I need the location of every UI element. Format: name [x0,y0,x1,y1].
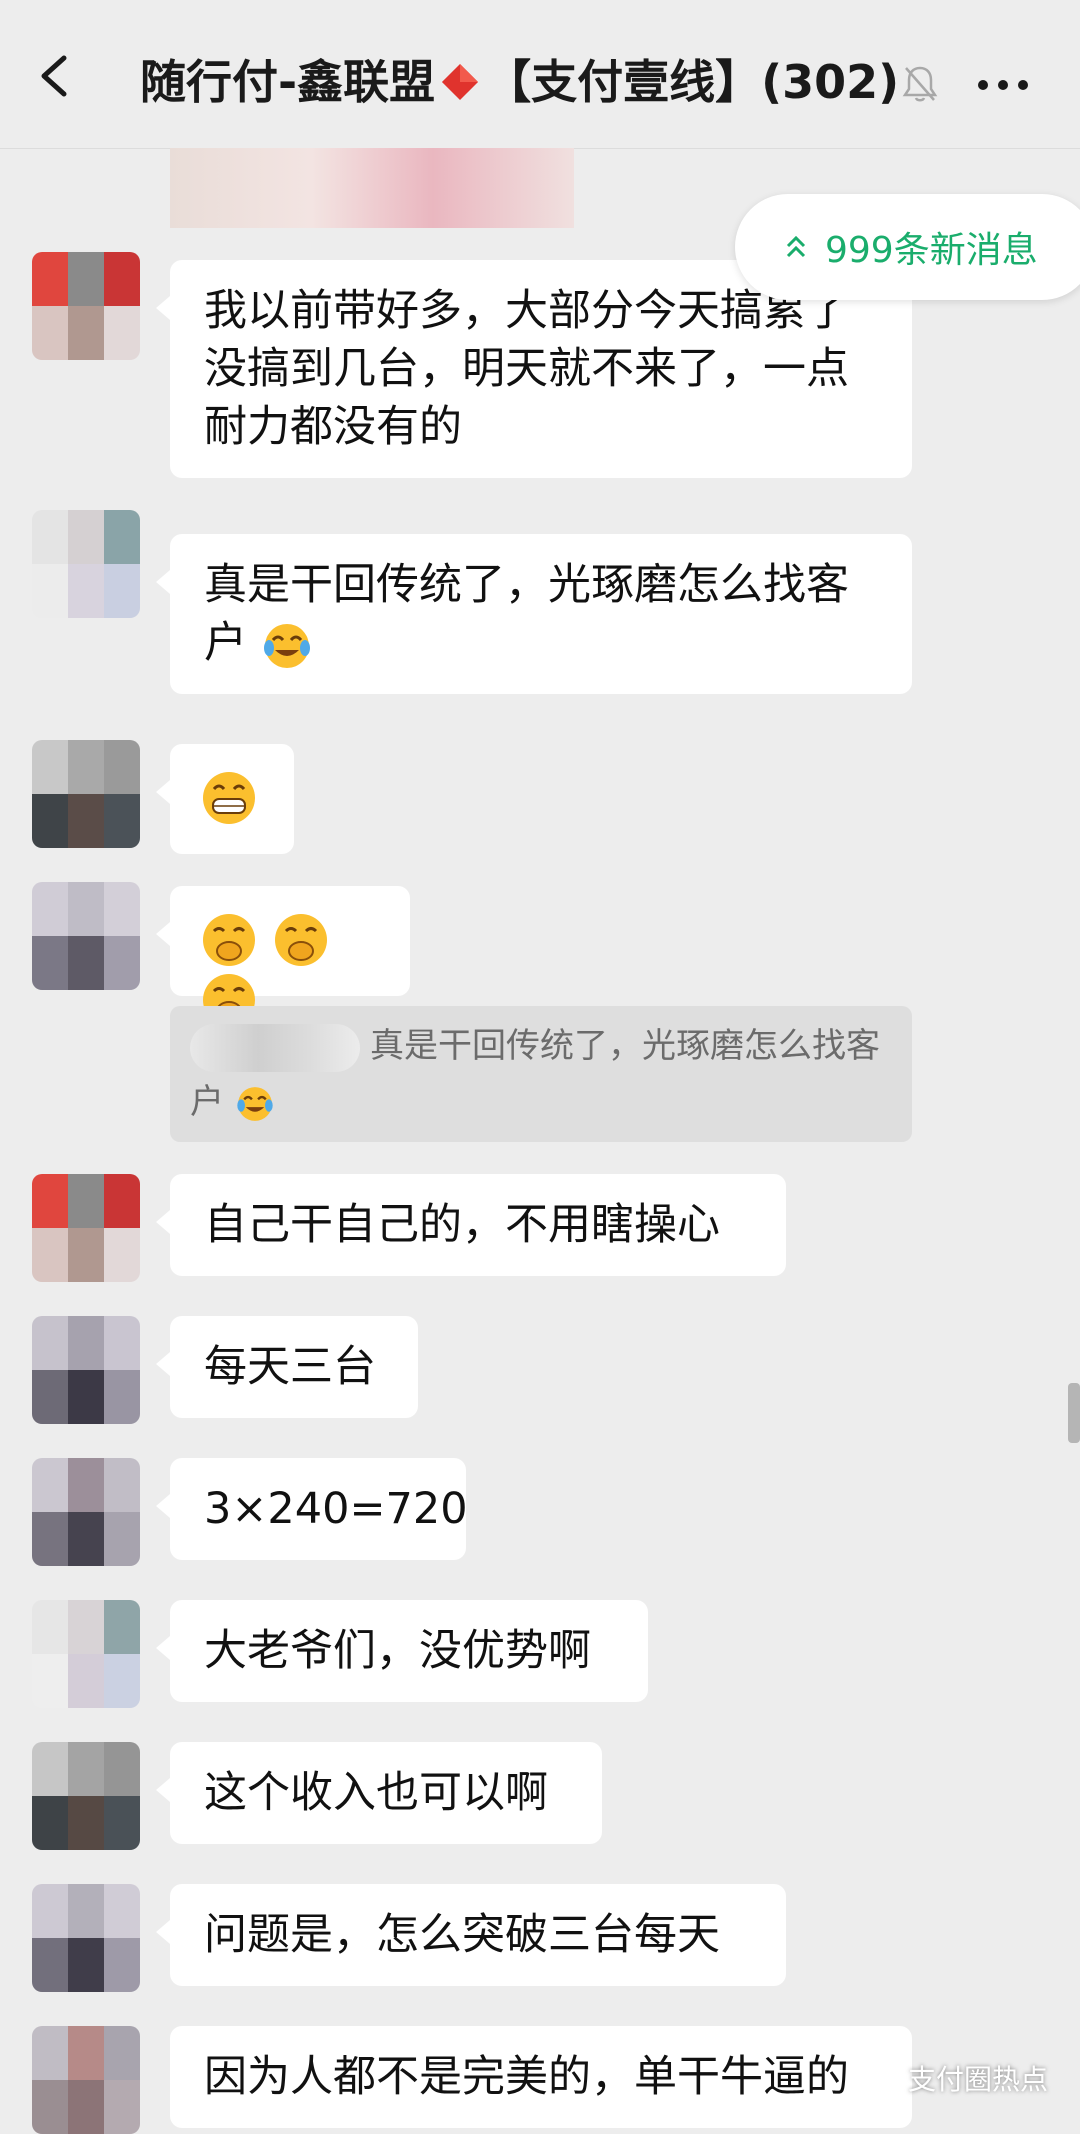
face-with-tears-of-joy-icon [237,1086,273,1121]
chat-header: 随行付-鑫联盟 【支付壹线】(302) [0,0,1080,149]
watermark-label: 支付圈热点 [908,2063,1049,2096]
scrollbar-thumb[interactable] [1068,1383,1080,1443]
new-messages-button[interactable]: 999条新消息 [735,194,1080,300]
avatar[interactable] [32,1742,140,1850]
message-text: 问题是，怎么突破三台每天 [204,1910,720,1960]
message-bubble[interactable] [156,886,410,1026]
ellipsis-icon[interactable] [976,78,1030,92]
message-list[interactable]: 我以前带好多，大部分今天搞累了没搞到几台，明天就不来了，一点耐力都没有的 真是干… [0,148,1080,2134]
avatar[interactable] [32,1600,140,1708]
double-chevron-up-icon [786,235,806,258]
face-with-hand-over-mouth-icon [274,913,327,966]
chat-title-suffix: 【支付壹线】(302) [485,55,900,109]
wechat-channel-icon [868,2064,898,2088]
avatar[interactable] [32,1884,140,1992]
message-text: 每天三台 [204,1342,376,1392]
message-text: 大老爷们，没优势啊 [204,1626,591,1676]
new-messages-label: 999条新消息 [825,230,1038,271]
chevron-left-icon[interactable] [34,54,74,98]
message-text: 我以前带好多，大部分今天搞累了没搞到几台，明天就不来了，一点耐力都没有的 [204,286,849,452]
message-bubble[interactable]: 因为人都不是完美的，单干牛逼的 [170,2026,912,2128]
message-text: 因为人都不是完美的，单干牛逼的 [204,2052,849,2102]
message-text: 自己干自己的，不用瞎操心 [204,1200,720,1250]
message-text: 这个收入也可以啊 [204,1768,548,1818]
face-with-tears-of-joy-icon [263,623,310,668]
message-bubble[interactable]: 3×240=720 [156,1458,468,1560]
bell-off-icon [902,66,938,102]
grinning-face-icon [203,771,255,824]
image-message-fragment[interactable] [170,148,574,228]
message-text: 3×240=720 [204,1484,468,1534]
diamond-icon [442,63,479,101]
message-bubble[interactable]: 自己干自己的，不用瞎操心 [156,1174,786,1276]
avatar[interactable] [32,1316,140,1424]
message-bubble[interactable]: 这个收入也可以啊 [156,1742,602,1844]
face-with-hand-over-mouth-icon [203,913,255,966]
message-bubble[interactable]: 大老爷们，没优势啊 [156,1600,648,1702]
message-bubble[interactable]: 问题是，怎么突破三台每天 [156,1884,786,1986]
avatar[interactable] [32,1174,140,1282]
watermark: 支付圈热点 [866,2058,1048,2098]
quoted-sender-blurred [190,1023,360,1072]
avatar[interactable] [32,2026,140,2134]
quoted-message[interactable]: 真是干回传统了，光琢磨怎么找客户 [170,1006,912,1142]
avatar[interactable] [32,252,140,360]
avatar[interactable] [32,882,140,990]
message-bubble[interactable]: 真是干回传统了，光琢磨怎么找客户 [156,534,912,694]
message-bubble[interactable] [156,744,294,854]
avatar[interactable] [32,1458,140,1566]
chat-title-prefix: 随行付-鑫联盟 [140,55,436,109]
chat-title: 随行付-鑫联盟 【支付壹线】(302) [140,52,920,112]
avatar[interactable] [32,740,140,848]
message-bubble[interactable]: 每天三台 [156,1316,418,1418]
avatar[interactable] [32,510,140,618]
